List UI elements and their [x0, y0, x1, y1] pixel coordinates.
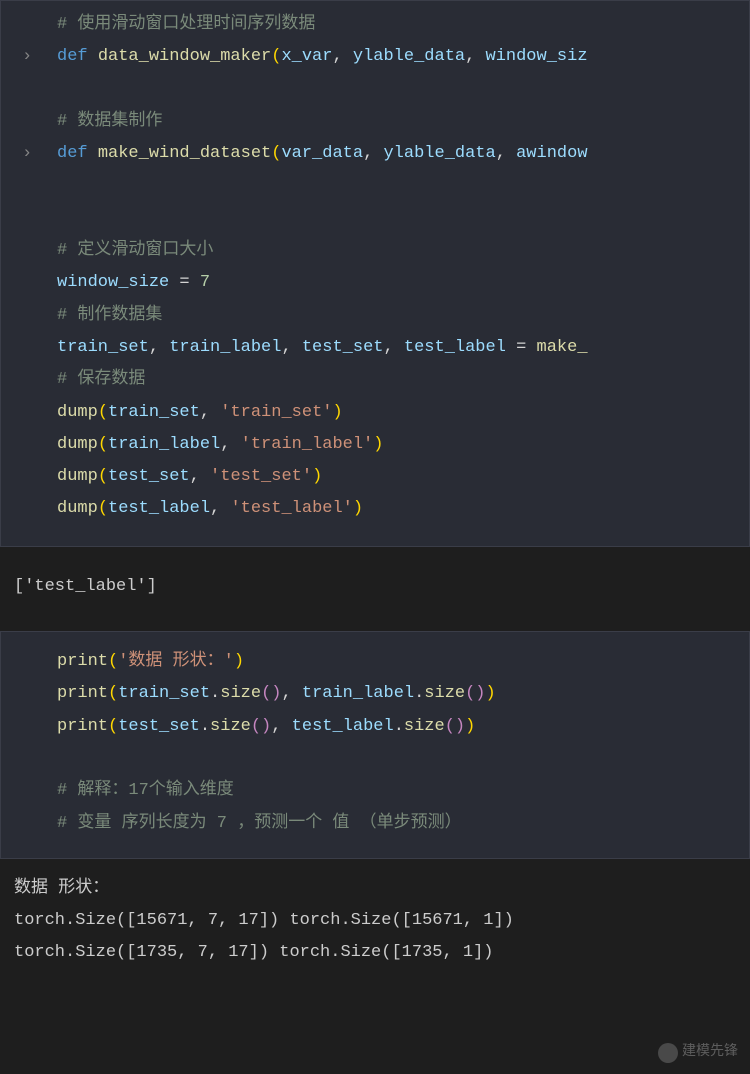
code-line: # 制作数据集 — [1, 300, 749, 332]
code-cell-2[interactable]: print('数据 形状：') print(train_set.size(), … — [0, 631, 750, 859]
code-line: dump(test_label, 'test_label') — [1, 493, 749, 525]
code-line: # 变量 序列长度为 7 ，预测一个 值 （单步预测） — [1, 808, 749, 840]
code-line: # 定义滑动窗口大小 — [1, 235, 749, 267]
output-line: 数据 形状： — [14, 873, 750, 905]
fold-marker-icon[interactable]: › — [22, 41, 32, 73]
output-line: torch.Size([1735, 7, 17]) torch.Size([17… — [14, 937, 750, 969]
output-block: 数据 形状： torch.Size([15671, 7, 17]) torch.… — [0, 859, 750, 970]
code-line: › def make_wind_dataset(var_data, ylable… — [1, 138, 749, 170]
code-cell-1[interactable]: # 使用滑动窗口处理时间序列数据 › def data_window_maker… — [0, 0, 750, 547]
watermark-icon — [658, 1043, 678, 1063]
code-line: print('数据 形状：') — [1, 646, 749, 678]
code-line: print(test_set.size(), test_label.size()… — [1, 711, 749, 743]
code-line: print(train_set.size(), train_label.size… — [1, 678, 749, 710]
watermark: 建模先锋 — [658, 1039, 738, 1066]
code-line: train_set, train_label, test_set, test_l… — [1, 332, 749, 364]
code-line: # 保存数据 — [1, 364, 749, 396]
output-line: torch.Size([15671, 7, 17]) torch.Size([1… — [14, 905, 750, 937]
code-line: window_size = 7 — [1, 267, 749, 299]
code-line: dump(train_label, 'train_label') — [1, 429, 749, 461]
code-line: # 数据集制作 — [1, 106, 749, 138]
code-line: # 解释：17个输入维度 — [1, 775, 749, 807]
fold-marker-icon[interactable]: › — [22, 138, 32, 170]
code-line: dump(test_set, 'test_set') — [1, 461, 749, 493]
code-line: › def data_window_maker(x_var, ylable_da… — [1, 41, 749, 73]
code-line: # 使用滑动窗口处理时间序列数据 — [1, 9, 749, 41]
code-line: dump(train_set, 'train_set') — [1, 397, 749, 429]
output-text: ['test_label'] — [0, 559, 750, 611]
